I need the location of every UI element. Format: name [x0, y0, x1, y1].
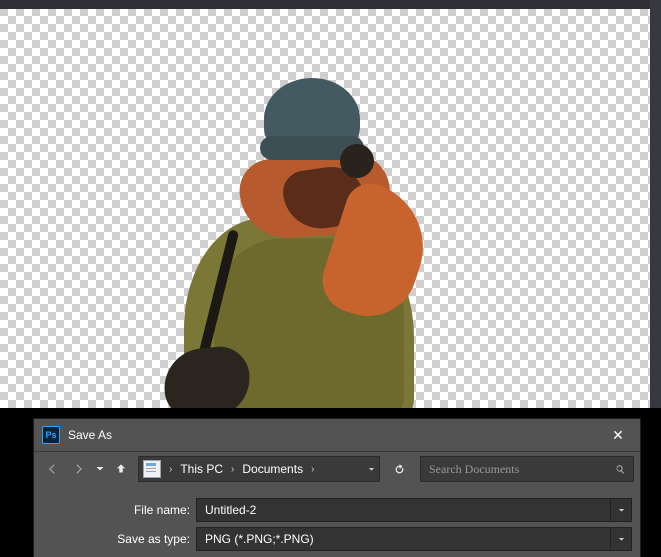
file-name-field[interactable]: Untitled-2 — [196, 498, 632, 522]
address-history-dropdown[interactable] — [363, 465, 379, 474]
save-type-value: PNG (*.PNG;*.PNG) — [197, 532, 610, 546]
dialog-titlebar[interactable]: Ps Save As ✕ — [34, 419, 640, 452]
save-type-label: Save as type: — [42, 532, 196, 546]
dialog-body: File name: Untitled-2 Save as type: PNG … — [34, 486, 640, 557]
file-name-row: File name: Untitled-2 — [34, 497, 640, 523]
photoshop-app-icon: Ps — [42, 426, 60, 444]
arrow-left-icon — [45, 462, 59, 476]
chevron-down-icon — [94, 462, 106, 476]
app-toolbar-strip — [0, 0, 661, 9]
save-type-row: Save as type: PNG (*.PNG;*.PNG) — [34, 526, 640, 552]
search-input[interactable] — [427, 461, 614, 478]
breadcrumb-separator[interactable]: › — [165, 464, 176, 475]
nav-forward-button[interactable] — [67, 457, 91, 481]
search-icon — [614, 463, 627, 476]
chevron-down-icon — [617, 506, 626, 515]
address-bar[interactable]: › This PC › Documents › — [138, 456, 380, 482]
arrow-up-icon — [114, 462, 128, 476]
nav-up-button[interactable] — [109, 457, 133, 481]
nav-back-button[interactable] — [40, 457, 64, 481]
save-as-dialog: Ps Save As ✕ › This PC › — [33, 418, 641, 557]
breadcrumb-separator[interactable]: › — [227, 464, 238, 475]
location-pc-icon — [143, 460, 161, 478]
breadcrumb-this-pc[interactable]: This PC — [176, 462, 227, 476]
canvas-figure — [164, 78, 424, 408]
dialog-title: Save As — [68, 428, 596, 442]
file-name-value[interactable]: Untitled-2 — [197, 503, 610, 517]
chevron-down-icon — [617, 535, 626, 544]
chevron-down-icon — [367, 465, 376, 474]
refresh-button[interactable] — [387, 457, 411, 481]
explorer-nav-row: › This PC › Documents › — [34, 452, 640, 486]
breadcrumb-documents[interactable]: Documents — [238, 462, 307, 476]
close-icon: ✕ — [612, 427, 624, 444]
refresh-icon — [393, 463, 406, 476]
arrow-right-icon — [72, 462, 86, 476]
nav-history-button[interactable] — [94, 457, 106, 481]
search-box[interactable] — [420, 456, 634, 482]
breadcrumb-separator[interactable]: › — [307, 464, 318, 475]
file-name-history-dropdown[interactable] — [610, 499, 631, 521]
canvas-transparency-area — [0, 0, 661, 408]
save-type-dropdown[interactable] — [610, 528, 631, 550]
panel-strip — [650, 0, 661, 408]
file-name-label: File name: — [42, 503, 196, 517]
save-type-field[interactable]: PNG (*.PNG;*.PNG) — [196, 527, 632, 551]
close-button[interactable]: ✕ — [596, 419, 640, 451]
